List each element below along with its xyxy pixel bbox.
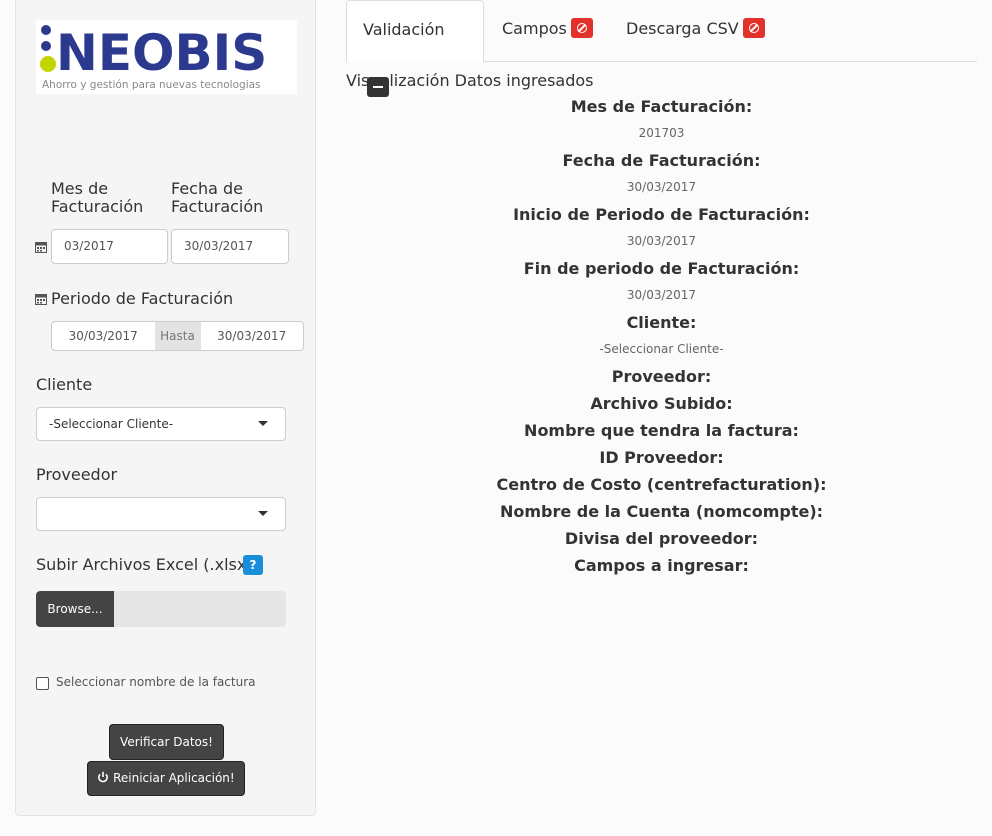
neobis-logo: NEOBIS Ahorro y gestión para nuevas tecn… — [36, 20, 297, 94]
browse-button[interactable]: Browse... — [36, 591, 114, 627]
nombre-factura-heading: Nombre que tendra la factura: — [524, 421, 799, 440]
archivo-heading: Archivo Subido: — [590, 394, 733, 413]
summary-panel: Mes de Facturación: 201703 Fecha de Fact… — [346, 95, 977, 581]
campos-heading: Campos a ingresar: — [574, 556, 749, 575]
tab-descarga-csv[interactable]: Descarga CSV — [610, 0, 781, 62]
reset-button[interactable]: Reiniciar Aplicación! — [87, 761, 245, 796]
periodo-end-input[interactable]: 30/03/2017 — [201, 322, 304, 350]
logo-tagline: Ahorro y gestión para nuevas tecnologias — [42, 79, 261, 91]
nombre-factura-checkbox-label: Seleccionar nombre de la factura — [56, 675, 256, 689]
fecha-input[interactable]: 30/03/2017 — [171, 229, 289, 264]
tab-campos[interactable]: Campos — [486, 0, 609, 62]
cliente-select[interactable]: -Seleccionar Cliente- — [36, 407, 286, 441]
proveedor-label: Proveedor — [36, 465, 118, 484]
reset-button-label: Reiniciar Aplicación! — [113, 771, 235, 785]
tab-validacion-label: Validación — [363, 20, 445, 39]
calendar-icon — [35, 294, 47, 305]
cliente-label: Cliente — [36, 375, 93, 394]
mes-heading: Mes de Facturación: — [570, 97, 753, 116]
help-icon[interactable]: ? — [243, 555, 263, 575]
mes-label: Mes de Facturación — [51, 179, 144, 216]
periodo-label: Periodo de Facturación — [51, 289, 234, 308]
fin-value: 30/03/2017 — [626, 288, 697, 302]
id-proveedor-heading: ID Proveedor: — [599, 448, 724, 467]
mes-input[interactable]: 03/2017 — [51, 229, 168, 264]
fecha-heading: Fecha de Facturación: — [562, 151, 761, 170]
chevron-down-icon — [258, 421, 268, 426]
proveedor-heading: Proveedor: — [611, 367, 712, 386]
sidebar-panel: NEOBIS Ahorro y gestión para nuevas tecn… — [15, 0, 316, 816]
inicio-heading: Inicio de Periodo de Facturación: — [513, 205, 810, 224]
centro-costo-heading: Centro de Costo (centrefacturation): — [496, 475, 827, 494]
proveedor-select[interactable] — [36, 497, 286, 531]
cliente-select-value: -Seleccionar Cliente- — [49, 417, 174, 431]
fecha-label: Fecha de Facturación — [171, 179, 264, 216]
summary-title: Visualización Datos ingresados — [346, 71, 594, 90]
nombre-cuenta-heading: Nombre de la Cuenta (nomcompte): — [499, 502, 824, 521]
fin-heading: Fin de periodo de Facturación: — [523, 259, 800, 278]
periodo-start-input[interactable]: 30/03/2017 — [52, 322, 155, 350]
logo-wordmark: NEOBIS — [56, 24, 267, 82]
calendar-icon — [35, 242, 47, 253]
verify-button[interactable]: Verificar Datos! — [109, 724, 224, 760]
ban-icon — [742, 17, 765, 38]
tab-validacion[interactable]: Validación — [346, 0, 484, 97]
cliente-value: -Seleccionar Cliente- — [599, 342, 724, 356]
file-upload[interactable]: Browse... — [36, 591, 286, 627]
mes-value: 201703 — [638, 126, 685, 140]
tab-descarga-label: Descarga CSV — [626, 19, 739, 38]
periodo-range: 30/03/2017 Hasta 30/03/2017 — [51, 321, 304, 351]
tab-bar: Validación Campos Descarga CSV — [346, 0, 977, 97]
inicio-value: 30/03/2017 — [626, 234, 697, 248]
cliente-heading: Cliente: — [626, 313, 697, 332]
fecha-value: 30/03/2017 — [626, 180, 697, 194]
ban-icon — [570, 17, 593, 38]
periodo-separator: Hasta — [154, 322, 201, 350]
tab-campos-label: Campos — [502, 19, 567, 38]
power-icon — [98, 771, 109, 783]
chevron-down-icon — [258, 511, 268, 516]
nombre-factura-checkbox[interactable] — [36, 677, 49, 690]
upload-label: Subir Archivos Excel (.xlsx) — [36, 555, 253, 574]
divisa-heading: Divisa del proveedor: — [564, 529, 759, 548]
